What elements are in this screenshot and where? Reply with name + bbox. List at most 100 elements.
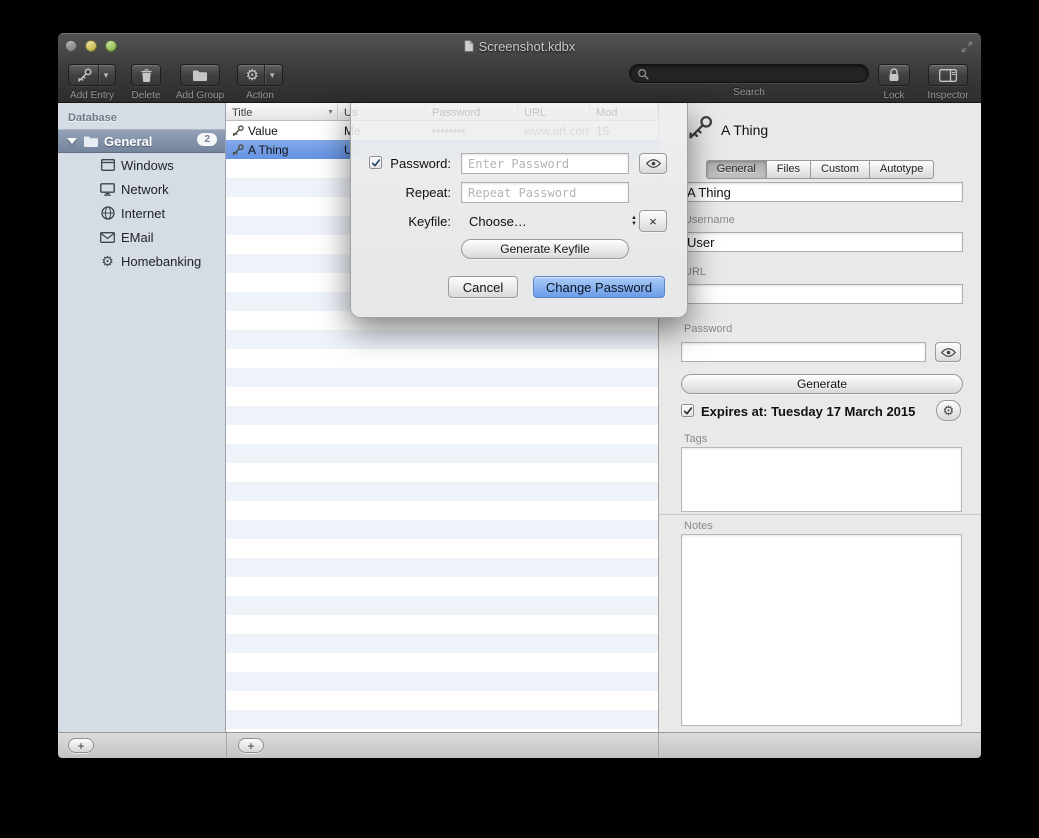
keyfile-popup[interactable]: Choose… ▲ ▼: [461, 210, 639, 232]
tags-label: Tags: [684, 433, 707, 445]
stepper-icon: ▲ ▼: [631, 215, 637, 227]
envelope-icon: [100, 232, 115, 243]
add-group-label: Add Group: [176, 90, 224, 101]
title-input[interactable]: [681, 182, 963, 202]
cell-title: Value: [248, 124, 278, 138]
inspector-panel: A Thing General Files Custom Autotype Us…: [658, 103, 981, 732]
trash-icon: [140, 68, 153, 83]
sort-icon: ▼: [327, 109, 334, 116]
divider: [226, 733, 227, 758]
change-password-dialog: Password: Repeat: Keyfile: Choose… ▲ ▼ ×…: [350, 103, 688, 318]
key-icon: [687, 115, 713, 141]
generate-button[interactable]: Generate: [681, 374, 963, 394]
search-input[interactable]: [653, 67, 861, 81]
action-button[interactable]: ⚙ ▾ Action: [234, 64, 286, 101]
eye-icon: [646, 159, 661, 168]
disclosure-triangle-icon[interactable]: [67, 138, 77, 144]
close-icon: ×: [649, 214, 657, 229]
show-password-button[interactable]: [935, 342, 961, 362]
sidebar-item-homebanking[interactable]: ⚙ Homebanking: [58, 249, 225, 273]
folder-icon: [192, 69, 208, 82]
sidebar-header: Database: [58, 103, 225, 129]
username-input[interactable]: [681, 232, 963, 252]
search-label: Search: [733, 87, 765, 98]
key-icon: [232, 144, 244, 156]
group-label: General: [104, 134, 152, 149]
lock-button[interactable]: Lock: [874, 64, 914, 101]
tab-general[interactable]: General: [706, 160, 767, 179]
section-divider: [659, 514, 981, 515]
add-group-button[interactable]: Add Group: [170, 64, 230, 101]
globe-icon: [100, 206, 115, 220]
tab-autotype[interactable]: Autotype: [870, 160, 934, 179]
window-chrome: Screenshot.kdbx ▾ Add Entry: [58, 33, 981, 103]
search-icon: [637, 68, 649, 80]
show-password-button[interactable]: [639, 153, 667, 174]
tab-custom[interactable]: Custom: [811, 160, 870, 179]
dialog-password-input[interactable]: [461, 153, 629, 174]
tab-files[interactable]: Files: [767, 160, 811, 179]
expires-label: Expires at: Tuesday 17 March 2015: [701, 404, 915, 419]
divider: [658, 733, 659, 758]
add-entry-plus-button[interactable]: +: [238, 738, 264, 753]
password-label: Password: [684, 323, 732, 335]
window-title: Screenshot.kdbx: [479, 39, 576, 54]
inspector-toggle-button[interactable]: Inspector: [920, 64, 976, 101]
entry-title: A Thing: [721, 122, 768, 138]
eye-icon: [941, 348, 956, 357]
titlebar[interactable]: Screenshot.kdbx: [58, 33, 981, 59]
inspector-tabs: General Files Custom Autotype: [659, 160, 981, 179]
app-window: Screenshot.kdbx ▾ Add Entry: [58, 33, 981, 758]
add-group-plus-button[interactable]: +: [68, 738, 94, 753]
sidebar: Database General 2 Windows Network I: [58, 103, 226, 732]
clear-keyfile-button[interactable]: ×: [639, 210, 667, 232]
password-settings-button[interactable]: ⚙: [936, 400, 961, 421]
dialog-keyfile-label: Keyfile:: [359, 214, 451, 229]
add-entry-button[interactable]: ▾ Add Entry: [62, 64, 122, 101]
toolbar: ▾ Add Entry Delete Add Group: [58, 59, 981, 103]
cell-title: A Thing: [248, 143, 288, 157]
inspector-label: Inspector: [927, 90, 968, 101]
gear-icon: ⚙: [241, 68, 264, 83]
dialog-password-label: Password:: [359, 156, 451, 171]
tags-box[interactable]: [681, 447, 962, 512]
notes-box[interactable]: [681, 534, 962, 726]
check-icon: [683, 406, 693, 416]
chevron-down-icon[interactable]: ▾: [99, 70, 114, 81]
change-password-button[interactable]: Change Password: [533, 276, 665, 298]
keyfile-value: Choose…: [461, 214, 631, 229]
expires-checkbox[interactable]: [681, 404, 694, 417]
monitor-icon: [100, 183, 115, 196]
dialog-repeat-input[interactable]: [461, 182, 629, 203]
key-icon: [71, 68, 98, 83]
window-icon: [100, 159, 115, 171]
group-badge: 2: [197, 133, 217, 146]
fullscreen-icon[interactable]: [961, 41, 973, 53]
sidebar-item-email[interactable]: EMail: [58, 225, 225, 249]
notes-label: Notes: [684, 520, 713, 532]
action-label: Action: [246, 90, 274, 101]
password-input[interactable]: [681, 342, 926, 362]
dialog-repeat-label: Repeat:: [359, 185, 451, 200]
add-entry-label: Add Entry: [70, 90, 114, 101]
gear-icon: ⚙: [943, 403, 955, 419]
username-label: Username: [684, 214, 735, 226]
generate-keyfile-button[interactable]: Generate Keyfile: [461, 239, 629, 259]
search-field[interactable]: Search: [624, 64, 874, 98]
sidebar-item-network[interactable]: Network: [58, 177, 225, 201]
sidebar-group-general[interactable]: General 2: [58, 129, 225, 153]
cancel-button[interactable]: Cancel: [448, 276, 518, 298]
delete-button[interactable]: Delete: [128, 64, 164, 101]
chevron-down-icon[interactable]: ▾: [265, 70, 280, 81]
document-icon: [464, 40, 474, 52]
folder-icon: [83, 135, 99, 148]
inspector-panel-icon: [939, 69, 957, 82]
gear-icon: ⚙: [100, 254, 115, 268]
lock-icon: [888, 68, 900, 82]
column-header-title[interactable]: Title ▼: [226, 103, 338, 120]
bottom-bar: + +: [58, 732, 981, 758]
sidebar-item-internet[interactable]: Internet: [58, 201, 225, 225]
key-icon: [232, 125, 244, 137]
url-input[interactable]: [681, 284, 963, 304]
sidebar-item-windows[interactable]: Windows: [58, 153, 225, 177]
